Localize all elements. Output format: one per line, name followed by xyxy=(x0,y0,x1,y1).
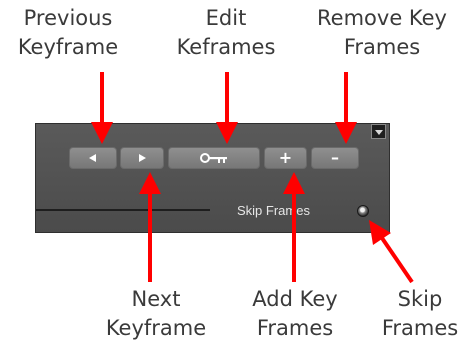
panel-menu-dropdown-icon[interactable] xyxy=(371,124,386,139)
skip-frames-label: Skip Frames xyxy=(237,203,310,218)
previous-keyframe-button[interactable] xyxy=(69,147,117,169)
callout-previous-keyframe: Previous Keyframe xyxy=(0,4,136,62)
callout-line: Add Key xyxy=(252,287,338,311)
timeline-track[interactable] xyxy=(36,209,210,211)
callout-line: Frames xyxy=(256,316,334,340)
callout-add-key-frames: Add Key Frames xyxy=(233,285,357,343)
arrow-skip-frames xyxy=(380,236,414,284)
callout-next-keyframe: Next Keyframe xyxy=(88,285,224,343)
callout-line: Previous xyxy=(23,6,113,30)
callout-line: Keyframe xyxy=(105,316,207,340)
callout-edit-keyframes: Edit Keframes xyxy=(162,4,290,62)
keyframe-panel xyxy=(35,123,390,233)
next-keyframe-button[interactable] xyxy=(120,147,164,169)
skip-frames-toggle[interactable] xyxy=(357,205,369,217)
edit-keyframes-button[interactable] xyxy=(168,147,260,169)
key-icon xyxy=(200,153,227,163)
triangle-left-icon xyxy=(89,154,96,162)
plus-icon: + xyxy=(278,148,293,167)
triangle-right-icon xyxy=(139,154,146,162)
callout-line: Edit xyxy=(205,6,247,30)
callout-line: Keframes xyxy=(176,35,276,59)
callout-line: Keyframe xyxy=(17,35,119,59)
callout-line: Remove Key xyxy=(317,6,447,30)
callout-line: Frames xyxy=(381,316,459,340)
callout-line: Frames xyxy=(343,35,421,59)
minus-icon: – xyxy=(331,148,339,167)
callout-line: Next xyxy=(131,287,181,311)
callout-skip-frames: Skip Frames xyxy=(372,285,468,343)
callout-remove-key-frames: Remove Key Frames xyxy=(296,4,468,62)
callout-line: Skip xyxy=(397,287,443,311)
add-key-frames-button[interactable]: + xyxy=(264,147,307,169)
remove-key-frames-button[interactable]: – xyxy=(311,147,359,169)
